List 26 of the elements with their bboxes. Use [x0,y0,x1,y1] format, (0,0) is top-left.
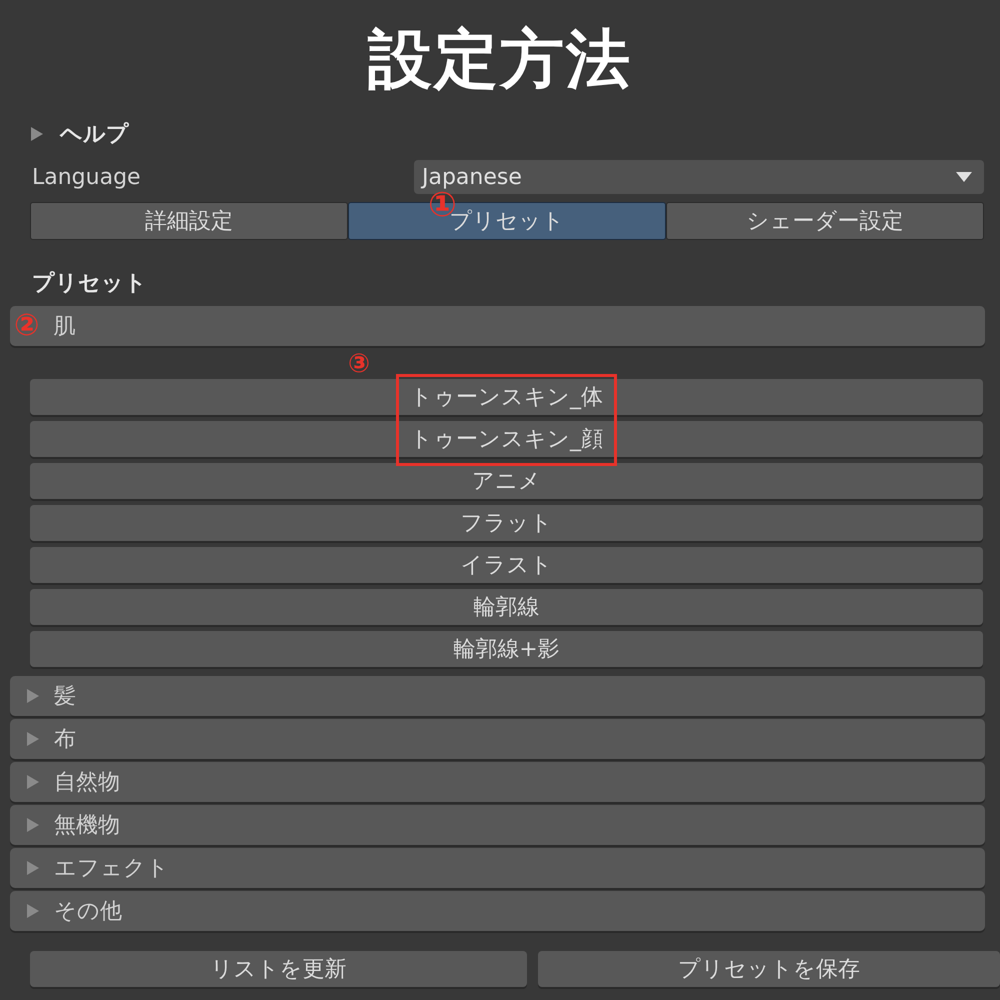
foldout-arrow-icon[interactable] [30,126,44,142]
category-foldout[interactable]: 髪 [10,676,985,716]
category-foldout[interactable]: エフェクト [10,848,985,888]
preset-button[interactable]: トゥーンスキン_顔 [30,421,983,457]
language-label: Language [32,164,142,190]
preset-button[interactable]: イラスト [30,547,983,583]
page-title: 設定方法 [368,22,632,98]
tab[interactable]: 詳細設定 [30,202,348,240]
preset-button[interactable]: フラット [30,505,983,541]
category-foldout[interactable]: 自然物 [10,762,985,802]
preset-button[interactable]: 輪郭線+影 [30,631,983,667]
preset-button[interactable]: アニメ [30,463,983,499]
preset-button[interactable]: 輪郭線 [30,589,983,625]
category-foldout[interactable]: ② 肌 [10,306,985,346]
category-foldout[interactable]: その他 [10,891,985,931]
annotation-number: ② [14,311,40,341]
help-foldout-label[interactable]: ヘルプ [60,119,129,149]
dropdown-caret-icon [956,172,972,182]
action-button[interactable]: プリセットを保存 [538,951,1000,987]
preset-button[interactable]: トゥーンスキン_体 [30,379,983,415]
category-foldout[interactable]: 無機物 [10,805,985,845]
section-heading: プリセット [31,270,148,298]
annotation-number: ③ [348,351,370,377]
category-foldout[interactable]: 布 [10,719,985,759]
tab[interactable]: シェーダー設定 [666,202,984,240]
action-button[interactable]: リストを更新 [30,951,527,987]
